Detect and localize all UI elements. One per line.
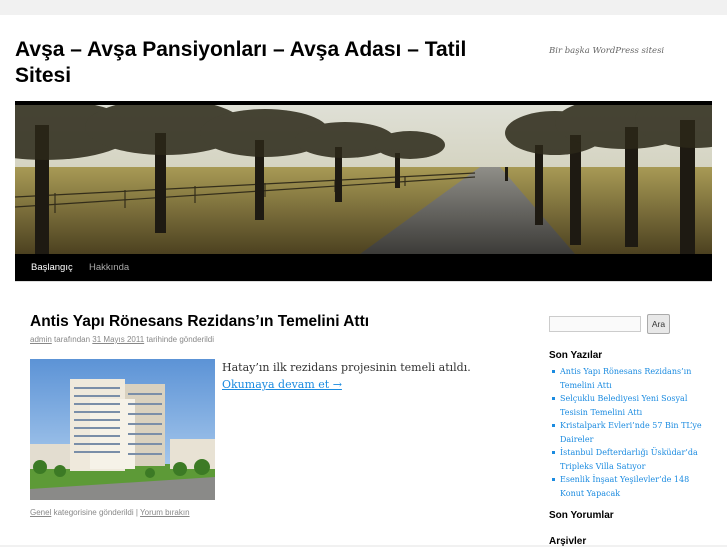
- archives-title: Arşivler: [549, 536, 587, 547]
- post-title[interactable]: Antis Yapı Rönesans Rezidans’ın Temelini…: [30, 313, 369, 331]
- recent-comments-title: Son Yorumlar: [549, 510, 614, 521]
- main-navigation: Başlangıç Hakkında: [15, 254, 712, 281]
- search-input[interactable]: [549, 316, 641, 332]
- search-button[interactable]: Ara: [647, 314, 670, 334]
- post-category-suffix: kategorisine gönderildi: [53, 508, 134, 517]
- post-author-link[interactable]: admin: [30, 335, 52, 344]
- post-footer: Genel kategorisine gönderildi | Yorum bı…: [30, 508, 190, 517]
- read-more-link[interactable]: Okumaya devam et →: [222, 378, 342, 391]
- post-category-link[interactable]: Genel: [30, 508, 51, 517]
- recent-posts-title: Son Yazılar: [549, 350, 603, 361]
- page-wrapper: Avşa – Avşa Pansiyonları – Avşa Adası – …: [0, 15, 727, 547]
- post-excerpt-text: Hatay’ın ilk rezidans projesinin temeli …: [222, 361, 471, 374]
- nav-item-about[interactable]: Hakkında: [89, 254, 129, 281]
- post-date-suffix: tarihinde gönderildi: [146, 335, 215, 344]
- recent-post-link[interactable]: Esenlik İnşaat Yeşilevler’de 148 Konut Y…: [549, 473, 709, 500]
- post-thumbnail-image[interactable]: [30, 359, 215, 500]
- post-comment-link[interactable]: Yorum bırakın: [140, 508, 190, 517]
- header-banner-image: [15, 105, 712, 254]
- content-divider: [15, 281, 712, 282]
- recent-post-link[interactable]: Antis Yapı Rönesans Rezidans’ın Temelini…: [549, 365, 709, 392]
- site-title[interactable]: Avşa – Avşa Pansiyonları – Avşa Adası – …: [15, 37, 525, 89]
- post-meta: admin tarafından 31 Mayıs 2011 tarihinde…: [30, 335, 214, 344]
- recent-posts-list: Antis Yapı Rönesans Rezidans’ın Temelini…: [549, 365, 709, 500]
- post-author-label: tarafından: [54, 335, 91, 344]
- recent-post-link[interactable]: İstanbul Defterdarlığı Üsküdar’da Triple…: [549, 446, 709, 473]
- nav-item-home[interactable]: Başlangıç: [31, 254, 73, 281]
- recent-post-link[interactable]: Selçuklu Belediyesi Yeni Sosyal Tesisin …: [549, 392, 709, 419]
- site-description: Bir başka WordPress sitesi: [549, 46, 665, 56]
- post-date-link[interactable]: 31 Mayıs 2011: [92, 335, 144, 344]
- recent-post-link[interactable]: Kristalpark Evleri’nde 57 Bin TL’ye Dair…: [549, 419, 709, 446]
- post-excerpt: Hatay’ın ilk rezidans projesinin temeli …: [222, 359, 512, 393]
- post-footer-separator: |: [135, 508, 138, 517]
